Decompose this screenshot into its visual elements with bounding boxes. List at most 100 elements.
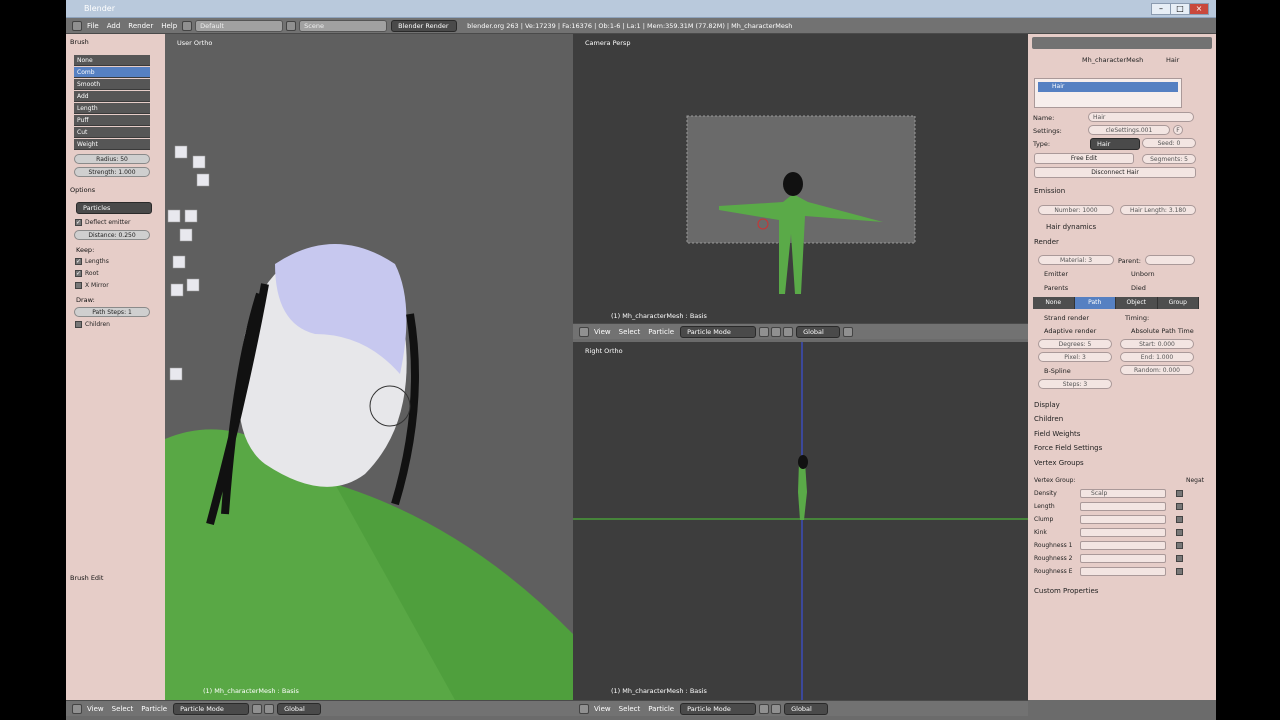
layout-icon[interactable]: [182, 20, 193, 31]
brush-panel-header[interactable]: Brush: [70, 38, 89, 46]
distance-slider[interactable]: Distance: 0.250: [74, 230, 150, 240]
mode-select[interactable]: Particle Mode: [680, 702, 757, 715]
deflect-emitter-check[interactable]: ✓ Deflect emitter: [75, 219, 130, 226]
list-item[interactable]: Hair: [1038, 82, 1178, 92]
segments-field[interactable]: Segments: 5: [1142, 154, 1196, 164]
end-field[interactable]: End: 1.000: [1120, 352, 1194, 362]
vg-kink-negate[interactable]: [1176, 529, 1183, 536]
strand-render-label[interactable]: Strand render: [1044, 314, 1089, 322]
manipulator-icon[interactable]: [783, 326, 794, 337]
xmirror-check[interactable]: X Mirror: [75, 282, 109, 289]
menu-add[interactable]: Add: [103, 20, 125, 32]
brush-cut[interactable]: Cut: [74, 127, 150, 138]
close-button[interactable]: ×: [1189, 3, 1209, 15]
render-as-object[interactable]: Object: [1116, 297, 1158, 309]
pivot-icon[interactable]: [771, 326, 782, 337]
vg-roughness2-field[interactable]: [1080, 554, 1166, 563]
fake-user-toggle[interactable]: F: [1173, 125, 1183, 135]
menu-view[interactable]: View: [83, 703, 108, 715]
select-mode-icon[interactable]: [843, 326, 854, 337]
menu-particle[interactable]: Particle: [644, 326, 678, 338]
render-engine-select[interactable]: Blender Render: [391, 19, 458, 32]
bspline-label[interactable]: B-Spline: [1044, 367, 1071, 375]
strength-slider[interactable]: Strength: 1.000: [74, 167, 150, 177]
vg-density-field[interactable]: Scalp: [1080, 489, 1166, 498]
render-as-none[interactable]: None: [1033, 297, 1075, 309]
viewport-camera-persp[interactable]: Camera Persp (1) Mh_characterMesh : Basi…: [573, 34, 1028, 323]
radius-slider[interactable]: Radius: 50: [74, 154, 150, 164]
force-field-header[interactable]: Force Field Settings: [1034, 444, 1102, 452]
vg-length-negate[interactable]: [1176, 503, 1183, 510]
viewport-right-ortho[interactable]: Right Ortho (1) Mh_characterMesh : Basis: [573, 342, 1028, 700]
shading-icon[interactable]: [759, 326, 770, 337]
menu-particle[interactable]: Particle: [137, 703, 171, 715]
disconnect-hair-button[interactable]: Disconnect Hair: [1034, 167, 1196, 178]
editor-type-icon[interactable]: [72, 20, 82, 31]
minimize-button[interactable]: –: [1151, 3, 1171, 15]
scene-field[interactable]: Scene: [299, 19, 388, 32]
vg-roughness1-field[interactable]: [1080, 541, 1166, 550]
root-check[interactable]: ✓ Root: [75, 270, 99, 277]
orientation-select[interactable]: Global: [784, 702, 829, 715]
abs-path-time-label[interactable]: Absolute Path Time: [1131, 327, 1194, 335]
adaptive-render-label[interactable]: Adaptive render: [1044, 327, 1096, 335]
vg-kink-field[interactable]: [1080, 528, 1166, 537]
children-panel-header[interactable]: Children: [1034, 415, 1063, 423]
maximize-button[interactable]: □: [1170, 3, 1190, 15]
menu-render[interactable]: Render: [124, 20, 157, 32]
free-edit-button[interactable]: Free Edit: [1034, 153, 1134, 164]
hair-length-field[interactable]: Hair Length: 3.180: [1120, 205, 1196, 215]
pixel-field[interactable]: Pixel: 3: [1038, 352, 1112, 362]
orientation-select[interactable]: Global: [277, 702, 322, 715]
options-panel-header[interactable]: Options: [70, 186, 95, 194]
menu-particle[interactable]: Particle: [644, 703, 678, 715]
checkbox-icon[interactable]: ✓: [75, 219, 82, 226]
degrees-field[interactable]: Degrees: 5: [1038, 339, 1112, 349]
number-field[interactable]: Number: 1000: [1038, 205, 1114, 215]
display-panel-header[interactable]: Display: [1034, 401, 1060, 409]
vg-roughness1-negate[interactable]: [1176, 542, 1183, 549]
scene-icon[interactable]: [286, 20, 297, 31]
settings-field[interactable]: cleSettings.001: [1088, 125, 1170, 135]
checkbox-icon[interactable]: ✓: [75, 258, 82, 265]
orientation-select[interactable]: Global: [796, 325, 841, 338]
particles-select[interactable]: Particles: [76, 202, 152, 214]
name-input[interactable]: Hair: [1088, 112, 1194, 122]
mode-select[interactable]: Particle Mode: [173, 702, 250, 715]
brush-puff[interactable]: Puff: [74, 115, 150, 126]
vertex-groups-header[interactable]: Vertex Groups: [1034, 459, 1084, 467]
brush-smooth[interactable]: Smooth: [74, 79, 150, 90]
steps-field[interactable]: Steps: 3: [1038, 379, 1112, 389]
died-label[interactable]: Died: [1131, 284, 1146, 292]
pivot-icon[interactable]: [264, 703, 275, 714]
checkbox-icon[interactable]: ✓: [75, 270, 82, 277]
hair-dynamics-header[interactable]: Hair dynamics: [1046, 223, 1096, 231]
custom-properties-header[interactable]: Custom Properties: [1034, 587, 1098, 595]
brush-length[interactable]: Length: [74, 103, 150, 114]
mode-select[interactable]: Particle Mode: [680, 325, 757, 338]
brush-add[interactable]: Add: [74, 91, 150, 102]
pivot-icon[interactable]: [771, 703, 782, 714]
start-field[interactable]: Start: 0.000: [1120, 339, 1194, 349]
menu-select[interactable]: Select: [615, 703, 645, 715]
brush-none[interactable]: None: [74, 55, 150, 66]
brush-weight[interactable]: Weight: [74, 139, 150, 150]
emitter-label[interactable]: Emitter: [1044, 270, 1068, 278]
random-field[interactable]: Random: 0.000: [1120, 365, 1194, 375]
vg-roughnesse-negate[interactable]: [1176, 568, 1183, 575]
children-check[interactable]: Children: [75, 321, 110, 328]
editor-type-icon[interactable]: [72, 703, 82, 714]
shading-icon[interactable]: [252, 703, 263, 714]
path-steps-slider[interactable]: Path Steps: 1: [74, 307, 150, 317]
vg-length-field[interactable]: [1080, 502, 1166, 511]
field-weights-header[interactable]: Field Weights: [1034, 430, 1080, 438]
checkbox-icon[interactable]: [75, 321, 82, 328]
parent-field[interactable]: [1145, 255, 1195, 265]
render-as-path[interactable]: Path: [1074, 297, 1116, 309]
vg-roughness2-negate[interactable]: [1176, 555, 1183, 562]
type-select[interactable]: Hair: [1090, 138, 1140, 150]
parents-label[interactable]: Parents: [1044, 284, 1068, 292]
emission-panel-header[interactable]: Emission: [1034, 187, 1065, 195]
render-as-group[interactable]: Group: [1157, 297, 1199, 309]
vg-density-negate[interactable]: [1176, 490, 1183, 497]
